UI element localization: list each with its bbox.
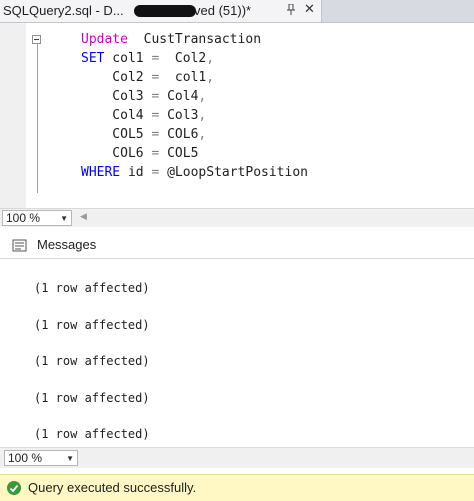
code-line: COL6 = COL5	[81, 144, 198, 164]
code-token: CustTransaction	[127, 32, 262, 47]
messages-pane[interactable]: (1 row affected) (1 row affected) (1 row a…	[0, 259, 474, 444]
scroll-left-icon[interactable]: ◀	[80, 212, 87, 222]
messages-icon	[12, 239, 27, 252]
chevron-down-icon: ▼	[66, 454, 74, 463]
code-token: ,	[198, 89, 207, 104]
code-token: Col3	[81, 89, 152, 104]
code-line: Col3 = Col4,	[81, 87, 206, 107]
redaction-mark	[134, 5, 196, 17]
tab-title-left: SQLQuery2.sql - D...	[3, 3, 124, 18]
success-check-icon	[7, 481, 21, 495]
tab-title-right: ved (51))*	[194, 3, 252, 18]
outline-line	[37, 43, 38, 193]
chevron-down-icon: ▼	[60, 214, 68, 223]
code-token: COL6	[81, 146, 152, 161]
tab-messages[interactable]: Messages	[37, 237, 96, 252]
code-token: WHERE	[81, 165, 121, 180]
code-token: Col2	[159, 51, 207, 66]
pin-icon[interactable]	[285, 4, 297, 16]
code-line: Update CustTransaction	[81, 30, 261, 50]
code-token: SET	[81, 51, 105, 66]
code-token: ,	[198, 127, 207, 142]
messages-zoom-bar: 100 % ▼	[0, 447, 474, 468]
code-line: Col2 = col1,	[81, 68, 214, 88]
code-token: Col3	[159, 108, 199, 123]
code-token: Update	[81, 32, 128, 47]
messages-zoom-select[interactable]: 100 % ▼	[4, 450, 78, 466]
code-line: SET col1 = Col2,	[81, 49, 214, 69]
code-token: COL5	[159, 146, 199, 161]
code-line: COL5 = COL6,	[81, 125, 206, 145]
editor-zoom-value: 100 %	[6, 211, 41, 225]
code-token: ,	[198, 108, 207, 123]
collapse-icon[interactable]	[32, 35, 41, 44]
code-token: COL5	[81, 127, 152, 142]
code-line: WHERE id = @LoopStartPosition	[81, 163, 308, 183]
code-token: ,	[206, 51, 215, 66]
code-token: @LoopStartPosition	[159, 165, 308, 180]
messages-zoom-value: 100 %	[8, 451, 43, 465]
status-bar: Query executed successfully.	[0, 474, 474, 501]
code-token: col1	[104, 51, 152, 66]
tab-sqlquery2[interactable]: SQLQuery2.sql - D... ved (51))* ✕	[0, 0, 322, 22]
editor-zoom-bar: 100 % ▼ ◀	[0, 208, 474, 227]
query-editor[interactable]: Update CustTransaction SET col1 = Col2, C…	[0, 23, 474, 208]
status-text: Query executed successfully.	[28, 480, 197, 495]
code-token: Col4	[81, 108, 152, 123]
code-token: COL6	[159, 127, 199, 142]
message-line: (1 row affected)	[34, 354, 150, 368]
code-token: Col2	[81, 70, 152, 85]
code-token: ,	[206, 70, 215, 85]
editor-gutter	[0, 23, 26, 208]
document-tab-strip: SQLQuery2.sql - D... ved (51))* ✕	[0, 0, 474, 23]
message-line: (1 row affected)	[34, 390, 150, 405]
editor-zoom-select[interactable]: 100 % ▼	[2, 210, 72, 226]
close-icon[interactable]: ✕	[304, 3, 316, 17]
message-line: (1 row affected)	[34, 427, 150, 441]
message-line: (1 row affected)	[34, 317, 150, 332]
code-token: id	[120, 165, 152, 180]
code-token: Col4	[159, 89, 199, 104]
code-line: Col4 = Col3,	[81, 106, 206, 126]
code-token: col1	[159, 70, 207, 85]
message-line: (1 row affected)	[34, 281, 150, 295]
